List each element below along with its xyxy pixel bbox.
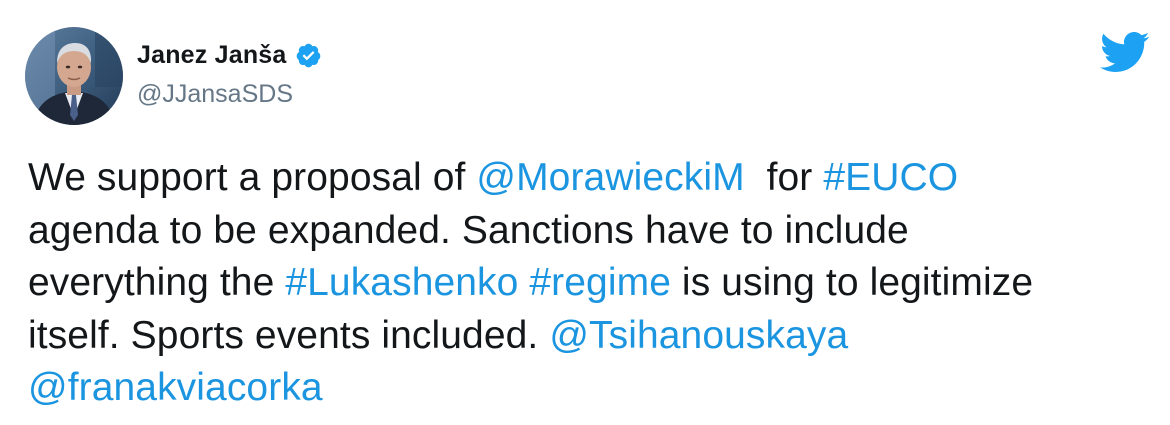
avatar[interactable] [25, 27, 123, 125]
tweet-text-segment: is using to legitimize [671, 261, 1034, 304]
tweet-line: everything the #Lukashenko #regime is us… [28, 257, 1158, 310]
tweet-text: We support a proposal of @MorawieckiM fo… [28, 152, 1158, 415]
tweet-text-segment: We support a proposal of [28, 156, 477, 199]
mention-link[interactable]: @Tsihanouskaya [549, 314, 848, 357]
tweet-line: We support a proposal of @MorawieckiM fo… [28, 152, 1158, 205]
tweet-card: Janez Janša @JJansaSDS We support a prop… [0, 0, 1170, 425]
tweet-text-segment [518, 261, 529, 304]
author-handle[interactable]: @JJansaSDS [137, 80, 293, 109]
tweet-line: agenda to be expanded. Sanctions have to… [28, 205, 1158, 258]
twitter-bird-icon[interactable] [1098, 30, 1150, 74]
mention-link[interactable]: @MorawieckiM [476, 156, 744, 199]
author-name-row[interactable]: Janez Janša [137, 38, 322, 72]
avatar-photo [25, 27, 123, 125]
tweet-text-segment: agenda to be expanded. Sanctions have to… [28, 208, 909, 252]
tweet-text-segment: itself. Sports events included. [28, 313, 550, 357]
tweet-line: itself. Sports events included. @Tsihano… [28, 310, 1158, 363]
tweet-line: @franakviacorka [28, 362, 1158, 415]
mention-link[interactable]: @franakviacorka [28, 366, 323, 409]
hashtag-link[interactable]: #Lukashenko [285, 261, 518, 304]
hashtag-link[interactable]: #EUCO [823, 156, 958, 199]
tweet-text-segment: for [744, 156, 824, 199]
tweet-text-segment: everything the [28, 261, 286, 304]
verified-badge-icon [295, 42, 322, 69]
hashtag-link[interactable]: #regime [529, 261, 671, 304]
display-name[interactable]: Janez Janša [137, 41, 287, 70]
